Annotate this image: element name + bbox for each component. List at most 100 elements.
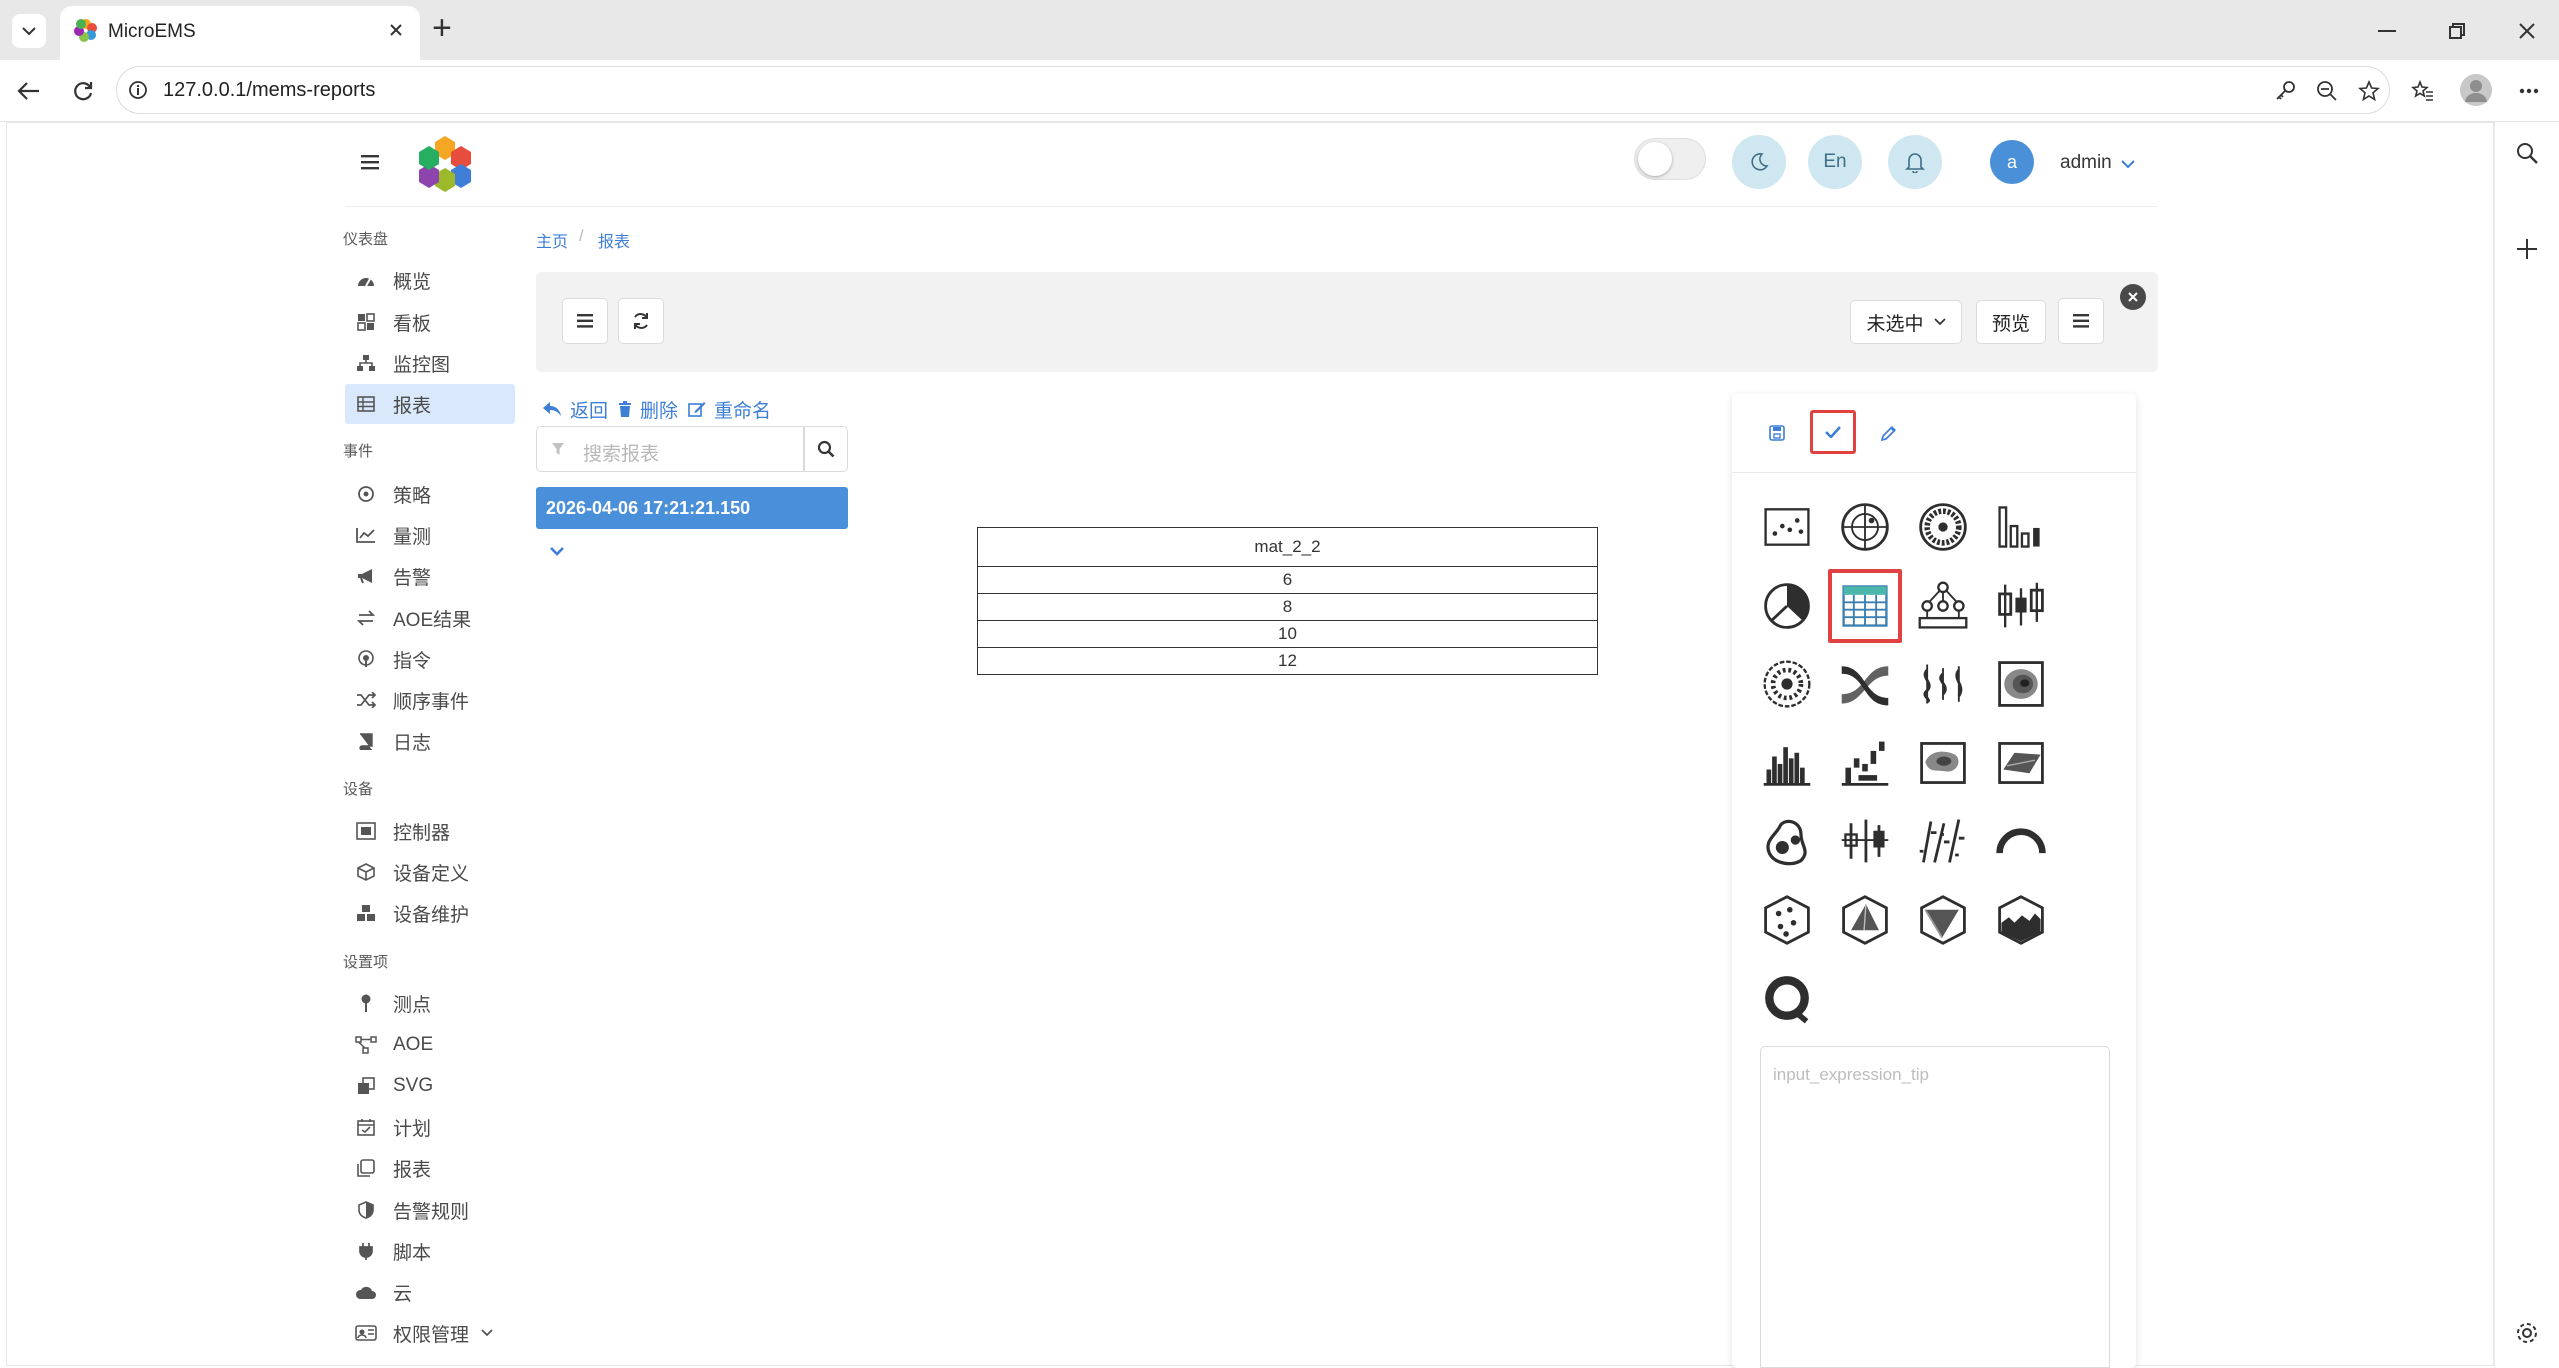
reload-icon[interactable] (66, 74, 100, 108)
sidebar-item-strategy[interactable]: 策略 (345, 474, 515, 514)
notifications-bell-icon[interactable] (1888, 135, 1942, 189)
toolbar-refresh-button[interactable] (618, 298, 664, 344)
sidebar-item-points[interactable]: 测点 (345, 983, 515, 1023)
toolbar-menu-button[interactable] (2058, 298, 2104, 344)
back-arrow-icon[interactable] (12, 74, 46, 108)
sidebar-item-plan[interactable]: 计划 (345, 1107, 515, 1147)
book-icon (353, 730, 379, 752)
contour-chart-icon[interactable] (1992, 655, 2050, 713)
more-options-icon[interactable] (2512, 74, 2546, 108)
polar-chart-icon[interactable] (1836, 498, 1894, 556)
blob-chart-icon[interactable] (1758, 812, 1816, 870)
tree-chart-icon[interactable] (1914, 577, 1972, 635)
sidebar-item-board[interactable]: 看板 (345, 302, 515, 342)
histogram-chart-icon[interactable] (1758, 734, 1816, 792)
cone3d-chart-icon[interactable] (1914, 891, 1972, 949)
user-menu-chevron-icon[interactable] (2118, 154, 2138, 174)
sidebar-item-aoe[interactable]: AOE (345, 1025, 515, 1065)
sidebar-item-report-settings[interactable]: 报表 (345, 1148, 515, 1188)
sidebar-item-device-maintenance[interactable]: 设备维护 (345, 893, 515, 933)
sidebar-search-icon[interactable] (2510, 136, 2544, 170)
dark-mode-button[interactable] (1732, 135, 1786, 189)
new-tab-button[interactable]: + (432, 8, 452, 48)
sidebar-item-alarm[interactable]: 告警 (345, 556, 515, 596)
sidebar-item-measurement[interactable]: 量测 (345, 515, 515, 555)
toolbar-close-icon[interactable] (2120, 284, 2146, 310)
breadcrumb-home[interactable]: 主页 (536, 228, 568, 252)
sidebar-add-icon[interactable] (2510, 232, 2544, 266)
site-info-icon[interactable] (125, 77, 151, 103)
report-select-dropdown[interactable]: 未选中 (1850, 300, 1962, 344)
ring-chart-icon[interactable] (1758, 969, 1816, 1027)
browser-settings-icon[interactable] (2510, 1316, 2544, 1350)
tab-close-icon[interactable] (382, 16, 410, 44)
heatmap-chart-icon[interactable] (1914, 734, 1972, 792)
theme-toggle[interactable] (1634, 138, 1706, 180)
permissions-chevron-icon[interactable] (481, 1329, 493, 1337)
table-chart-icon[interactable] (1836, 577, 1894, 635)
breadcrumb-current[interactable]: 报表 (598, 228, 630, 252)
ohlc-chart-icon[interactable] (1914, 812, 1972, 870)
zoom-out-icon[interactable] (2313, 77, 2341, 105)
preview-button[interactable]: 预览 (1976, 300, 2046, 344)
expression-input[interactable]: input_expression_tip (1760, 1046, 2110, 1368)
browser-tab[interactable]: MicroEMS (60, 6, 420, 60)
back-action[interactable]: 返回 (570, 396, 608, 423)
sidebar-item-permissions[interactable]: 权限管理 (345, 1313, 515, 1353)
sidebar-item-alarm-rules[interactable]: 告警规则 (345, 1190, 515, 1230)
radial-chart-icon[interactable] (1914, 498, 1972, 556)
sidebar-item-script[interactable]: 脚本 (345, 1231, 515, 1271)
report-list-item-selected[interactable]: 2026-04-06 17:21:21.150 (536, 487, 848, 529)
star-icon[interactable] (2355, 77, 2383, 105)
profile-avatar-icon[interactable] (2460, 74, 2492, 106)
sidebar-item-monitor[interactable]: 监控图 (345, 343, 515, 383)
toolbar-list-button[interactable] (562, 298, 608, 344)
eyedropper-icon[interactable] (1874, 418, 1904, 448)
app-logo[interactable] (416, 134, 474, 192)
sunburst-chart-icon[interactable] (1758, 655, 1816, 713)
minimize-icon[interactable] (2370, 14, 2404, 48)
waterfall-chart-icon[interactable] (1836, 734, 1894, 792)
key-icon[interactable] (2271, 77, 2299, 105)
mesh3d-chart-icon[interactable] (1836, 891, 1894, 949)
expand-chevron-icon[interactable] (546, 540, 568, 562)
sankey-chart-icon[interactable] (1836, 655, 1894, 713)
rename-action[interactable]: 重命名 (714, 396, 771, 423)
user-name[interactable]: admin (2060, 152, 2112, 174)
confirm-check-button[interactable] (1810, 410, 1856, 454)
area3d-chart-icon[interactable] (1992, 891, 2050, 949)
delete-action[interactable]: 删除 (640, 396, 678, 423)
hamburger-menu-icon[interactable] (356, 148, 384, 176)
sidebar-item-label: AOE (393, 1034, 434, 1055)
save-icon[interactable] (1762, 418, 1792, 448)
sidebar-item-cloud[interactable]: 云 (345, 1272, 515, 1312)
language-button[interactable]: En (1808, 135, 1862, 189)
user-avatar[interactable]: a (1990, 140, 2034, 184)
surface-chart-icon[interactable] (1992, 734, 2050, 792)
restore-icon[interactable] (2440, 14, 2474, 48)
sidebar-item-soe[interactable]: 顺序事件 (345, 680, 515, 720)
sidebar-item-aoe-result[interactable]: AOE结果 (345, 598, 515, 638)
scatter3d-chart-icon[interactable] (1758, 891, 1816, 949)
pie-chart-icon[interactable] (1758, 577, 1816, 635)
sidebar-item-controller[interactable]: 控制器 (345, 811, 515, 851)
sidebar-item-overview[interactable]: 概览 (345, 260, 515, 300)
sidebar-item-log[interactable]: 日志 (345, 721, 515, 761)
bar-chart-icon[interactable] (1992, 498, 2050, 556)
boxplot-chart-icon[interactable] (1836, 812, 1894, 870)
candlestick-chart-icon[interactable] (1992, 577, 2050, 635)
search-button[interactable] (804, 426, 848, 472)
favorites-icon[interactable] (2406, 74, 2440, 108)
sidebar-section-devices: 设备 (343, 781, 374, 798)
gauge-chart-icon[interactable] (1992, 812, 2050, 870)
url-field[interactable]: 127.0.0.1/mems-reports (116, 66, 2390, 114)
window-close-icon[interactable] (2510, 14, 2544, 48)
tab-list-chevron-icon[interactable] (12, 14, 46, 48)
search-input[interactable]: 搜索报表 (536, 426, 804, 472)
sidebar-item-reports[interactable]: 报表 (345, 384, 515, 424)
scatter-chart-icon[interactable] (1758, 498, 1816, 556)
sidebar-item-svg[interactable]: SVG (345, 1066, 515, 1106)
sidebar-item-command[interactable]: 指令 (345, 639, 515, 679)
violin-chart-icon[interactable] (1914, 655, 1972, 713)
sidebar-item-device-definition[interactable]: 设备定义 (345, 852, 515, 892)
